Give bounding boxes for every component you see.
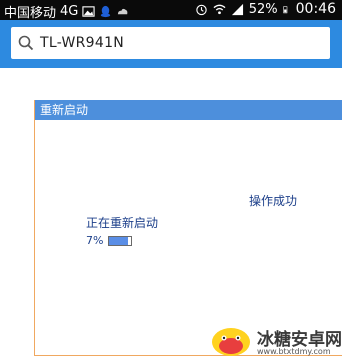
battery-percent: 52% [248,1,278,17]
progress-bar-fill [109,236,129,245]
search-input[interactable]: TL-WR941N [11,27,330,59]
status-bar-right: 52% 00:46 [195,1,336,17]
cloud-notification-icon [118,8,128,15]
dialog-title: 重新启动 [35,100,342,120]
success-message: 操作成功 [249,194,298,208]
search-query: TL-WR941N [40,35,125,51]
progress-percent: 7% [86,234,104,247]
qq-notification-icon [101,5,111,18]
status-bar-left: 中国移动 4G [4,2,129,21]
restart-status-text: 正在重新启动 [86,216,159,230]
signal-icon [231,3,243,15]
watermark: 冰糖安卓网 www.btxtdmy.com [210,322,342,361]
restart-dialog: 重新启动 操作成功 正在重新启动 7% [34,100,342,356]
restart-progress: 7% [86,234,133,247]
progress-bar [108,235,133,246]
carrier-label: 中国移动 [4,6,57,21]
network-label: 4G [60,4,79,19]
alarm-icon [196,4,207,15]
search-header: TL-WR941N [0,20,342,68]
search-icon [18,35,34,51]
status-bar: 中国移动 4G 52% 00:46 [0,0,342,21]
wifi-icon [213,4,226,14]
image-notification-icon [82,6,96,17]
battery-icon [282,5,287,13]
clock-time: 00:46 [295,1,336,17]
watermark-url: www.btxtdmy.com [257,347,331,356]
web-page-content: 重新启动 操作成功 正在重新启动 7% [0,68,342,361]
android-logo-icon [212,328,250,356]
